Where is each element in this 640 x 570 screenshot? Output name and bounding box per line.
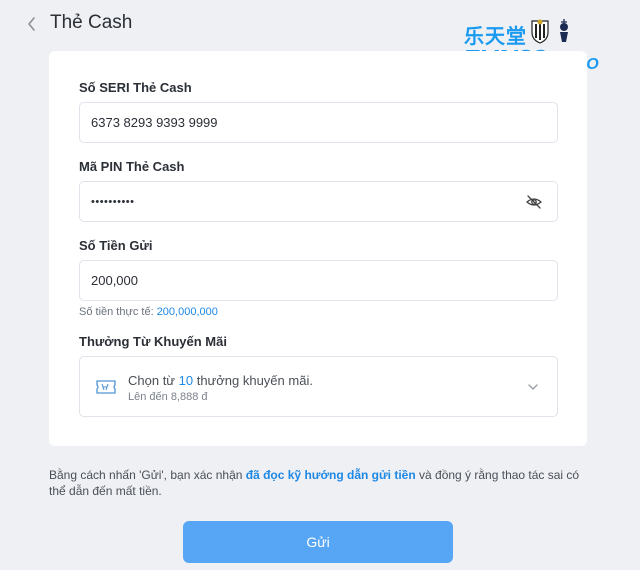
- promo-prefix: Chọn từ: [128, 373, 179, 388]
- disclaimer-text: Bằng cách nhấn 'Gửi', bạn xác nhận đã đọ…: [49, 467, 589, 499]
- submit-button[interactable]: Gửi: [183, 521, 453, 563]
- tottenham-crest-icon: [560, 19, 568, 42]
- header: Thẻ Cash 乐天堂 FUN88 ZIO: [0, 0, 640, 75]
- promo-suffix: thưởng khuyến mãi.: [193, 373, 313, 388]
- promo-label: Thưởng Từ Khuyến Mãi: [79, 334, 227, 349]
- hint-prefix: Số tiền thực tế:: [79, 306, 157, 318]
- serial-value: 6373 8293 9393 9999: [91, 115, 218, 130]
- serial-input[interactable]: 6373 8293 9393 9999: [79, 102, 558, 143]
- chevron-down-icon: [528, 384, 538, 390]
- back-button[interactable]: [24, 14, 40, 34]
- newcastle-crest-icon: [531, 19, 549, 44]
- promo-summary: Chọn từ 10 thưởng khuyến mãi.: [128, 373, 313, 388]
- page-title: Thẻ Cash: [50, 12, 133, 33]
- pin-value: ••••••••••: [91, 195, 135, 208]
- serial-label: Số SERI Thẻ Cash: [79, 80, 192, 95]
- chevron-left-icon: [28, 17, 35, 31]
- hint-amount: 200,000,000: [156, 306, 218, 318]
- promo-max: Lên đến 8,888 đ: [128, 391, 208, 403]
- pin-input[interactable]: ••••••••••: [79, 181, 558, 222]
- promo-selector[interactable]: Chọn từ 10 thưởng khuyến mãi. Lên đến 8,…: [79, 356, 558, 417]
- deposit-guide-link[interactable]: đã đọc kỹ hướng dẫn gửi tiền: [246, 468, 416, 482]
- disclaimer-prefix: Bằng cách nhấn 'Gửi', bạn xác nhận: [49, 468, 246, 482]
- actual-amount-hint: Số tiền thực tế: 200,000,000: [79, 306, 218, 318]
- deposit-form-card: Số SERI Thẻ Cash 6373 8293 9393 9999 Mã …: [49, 51, 587, 446]
- ticket-icon: [96, 380, 116, 394]
- amount-label: Số Tiền Gửi: [79, 238, 153, 253]
- amount-value: 200,000: [91, 273, 138, 288]
- amount-input[interactable]: 200,000: [79, 260, 558, 301]
- pin-label: Mã PIN Thẻ Cash: [79, 159, 185, 174]
- promo-count: 10: [178, 373, 194, 388]
- eye-off-icon[interactable]: [525, 193, 543, 211]
